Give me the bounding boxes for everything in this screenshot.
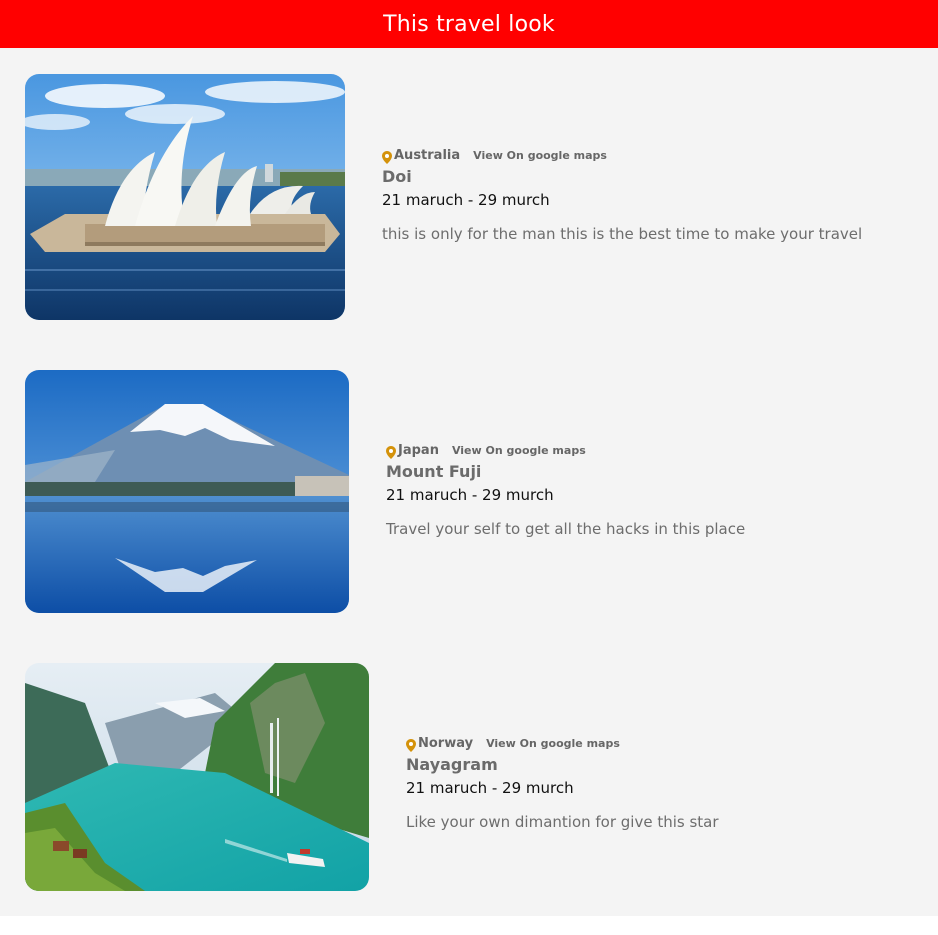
place-name: Nayagram (406, 755, 498, 774)
norway-fjord-image (25, 663, 369, 891)
map-pin-icon (386, 444, 396, 459)
map-pin-icon (406, 737, 416, 752)
place-name: Doi (382, 167, 412, 186)
view-on-google-maps-link[interactable]: View On google maps (486, 737, 620, 750)
place-name: Mount Fuji (386, 462, 482, 481)
location-row: Japan View On google maps (386, 441, 745, 459)
location-row: Norway View On google maps (406, 734, 719, 752)
mount-fuji-image (25, 370, 349, 613)
view-on-google-maps-link[interactable]: View On google maps (473, 149, 607, 162)
trip-dates: 21 maruch - 29 murch (386, 486, 554, 504)
trip-description: Travel your self to get all the hacks in… (386, 520, 746, 538)
sydney-opera-house-image (25, 74, 345, 320)
map-pin-icon (382, 149, 392, 164)
trip-description: Like your own dimantion for give this st… (406, 813, 719, 831)
trip-info: Norway View On google maps Nayagram 21 m… (406, 734, 719, 833)
page-title: This travel look (383, 11, 555, 37)
country-label: Australia (394, 147, 461, 163)
trip-info: Japan View On google maps Mount Fuji 21 … (386, 441, 745, 540)
trip-dates: 21 maruch - 29 murch (406, 779, 574, 797)
country-label: Norway (418, 735, 474, 751)
trip-info: Australia View On google maps Doi 21 mar… (382, 146, 862, 245)
trip-description: this is only for the man this is the bes… (382, 225, 863, 243)
country-label: Japan (398, 442, 439, 458)
location-row: Australia View On google maps (382, 146, 862, 164)
trip-list: Australia View On google maps Doi 21 mar… (0, 48, 938, 916)
view-on-google-maps-link[interactable]: View On google maps (452, 444, 586, 457)
page-header: This travel look (0, 0, 938, 48)
trip-dates: 21 maruch - 29 murch (382, 191, 550, 209)
